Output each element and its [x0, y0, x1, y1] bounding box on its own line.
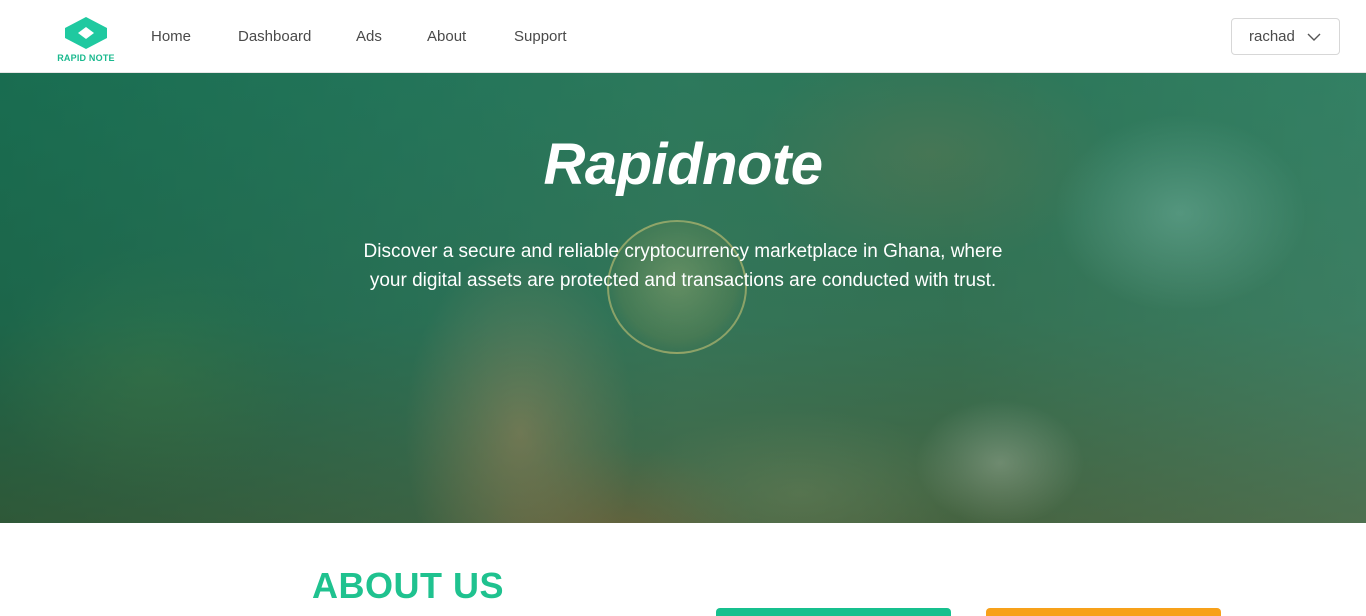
nav-dashboard[interactable]: Dashboard [238, 28, 311, 45]
chevron-down-icon [1307, 33, 1321, 41]
username-label: rachad [1249, 28, 1295, 45]
logo-icon [65, 17, 107, 49]
hero-description: Discover a secure and reliable cryptocur… [363, 241, 1003, 291]
nav-home[interactable]: Home [151, 28, 191, 45]
hero-title: Rapidnote [543, 132, 823, 197]
logo-text: RAPID NOTE [57, 53, 115, 63]
feature-card-green [716, 608, 951, 616]
nav-about[interactable]: About [427, 28, 466, 45]
user-menu-dropdown[interactable]: rachad [1231, 18, 1340, 55]
about-us-heading: ABOUT US [312, 565, 504, 606]
nav-ads[interactable]: Ads [356, 28, 382, 45]
logo[interactable]: RAPID NOTE [56, 16, 116, 64]
top-navbar: RAPID NOTE Home Dashboard Ads About Supp… [0, 0, 1366, 73]
feature-card-orange [986, 608, 1221, 616]
hero-banner: Rapidnote Discover a secure and reliable… [0, 73, 1366, 523]
nav-support[interactable]: Support [514, 28, 567, 45]
